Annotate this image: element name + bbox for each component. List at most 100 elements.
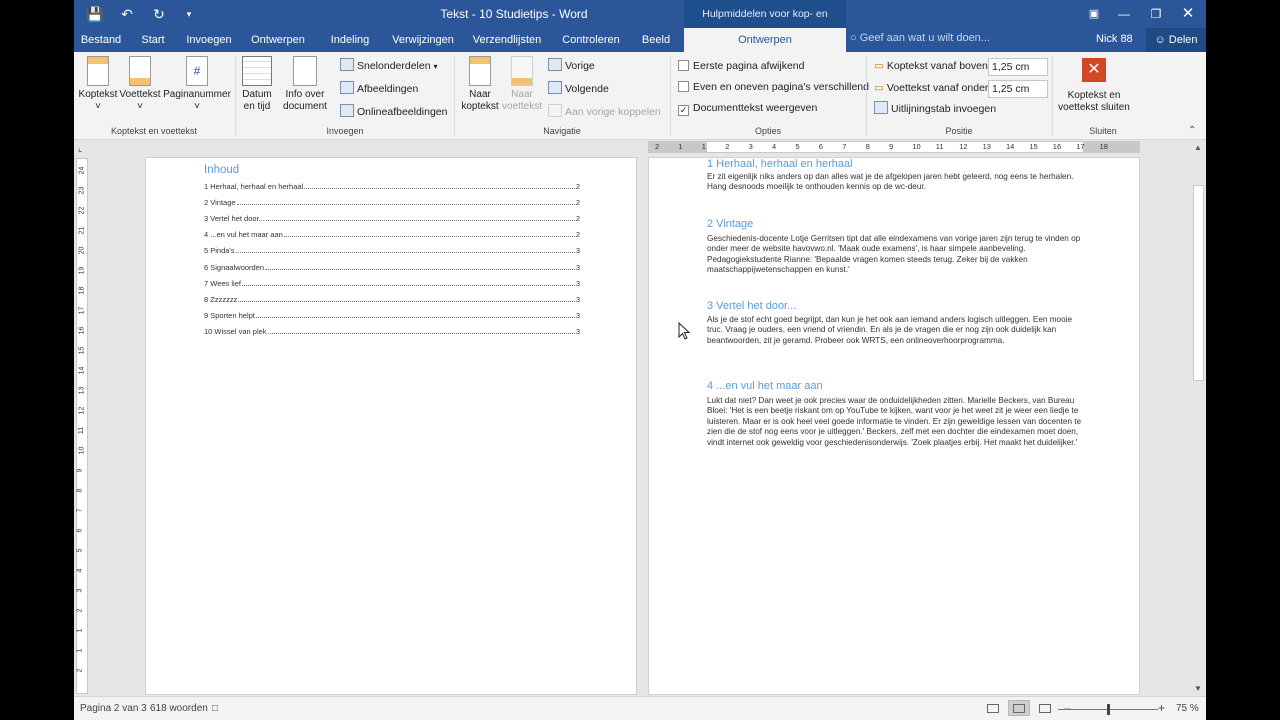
document-info-button[interactable]: Info over document: [280, 56, 330, 113]
customize-qat-icon[interactable]: ▾: [178, 4, 200, 24]
save-icon[interactable]: 💾: [84, 4, 106, 24]
tab-header-footer-design[interactable]: Ontwerpen: [684, 28, 846, 53]
next-button[interactable]: Volgende: [548, 81, 609, 97]
ruler-number: 18: [1099, 142, 1108, 151]
page-number-label: Paginanummer: [163, 89, 231, 100]
online-pictures-button[interactable]: Onlineafbeeldingen: [340, 104, 448, 120]
ruler-number: 6: [818, 142, 823, 151]
scroll-up-icon[interactable]: ▲: [1194, 143, 1202, 152]
page-indicator[interactable]: Pagina 2 van 3: [80, 703, 147, 714]
alignment-tab-icon: [874, 101, 888, 114]
collapse-ribbon-icon[interactable]: ⌃: [1188, 125, 1196, 136]
zoom-slider-knob[interactable]: [1107, 704, 1110, 715]
ruler-number: 10: [912, 142, 921, 151]
web-layout-button[interactable]: [1034, 700, 1056, 716]
toc-entry-text: 10 Wissel van plek: [204, 326, 267, 336]
toc-leader: [236, 198, 575, 206]
toc-entry-text: 9 Sporten helpt: [204, 310, 255, 320]
close-header-footer-icon[interactable]: ✕: [1082, 58, 1106, 82]
toc-entry-page: 2: [575, 182, 580, 191]
toc-entry-page: 2: [575, 214, 580, 224]
tell-me-search[interactable]: ○ Geef aan wat u wilt doen...: [850, 32, 990, 44]
header-from-top: ▭ Koptekst vanaf boven: 1,25 cm: [874, 58, 1048, 76]
close-header-footer-button[interactable]: Koptekst en voettekst sluiten: [1052, 90, 1136, 114]
tab-view[interactable]: Beeld: [636, 28, 676, 52]
tab-mailings[interactable]: Verzendlijsten: [470, 28, 544, 52]
checkbox[interactable]: [678, 60, 689, 71]
read-mode-button[interactable]: [982, 700, 1004, 716]
tab-selector[interactable]: ⌞: [78, 143, 88, 153]
option-first-page[interactable]: Eerste pagina afwijkend: [678, 59, 805, 73]
vertical-scrollbar[interactable]: ▲ ▼: [1191, 141, 1206, 695]
toc-entry-text: 1 Herhaal, herhaal en herhaal: [204, 182, 304, 191]
previous-button[interactable]: Vorige: [548, 58, 595, 74]
toc-entry[interactable]: 3 Vertel het door... 2: [204, 214, 580, 223]
goto-header-button[interactable]: Naar koptekst: [458, 56, 502, 113]
option-show-document-text[interactable]: ✓ Documenttekst weergeven: [678, 101, 817, 116]
toc-entry[interactable]: 4 ...en vul het maar aan 2: [204, 230, 580, 239]
toc-entry[interactable]: 7 Wees lief 3: [204, 279, 580, 288]
section-heading: 3 Vertel het door...: [707, 300, 797, 312]
close-label-2: voettekst sluiten: [1058, 102, 1130, 113]
toc-entry[interactable]: 1 Herhaal, herhaal en herhaal 2: [204, 182, 580, 191]
toc-entry[interactable]: 8 Zzzzzzz 3: [204, 295, 580, 304]
minimize-button[interactable]: —: [1106, 2, 1142, 26]
checkbox-checked[interactable]: ✓: [678, 105, 689, 116]
header-icon: [87, 56, 109, 86]
group-label-options: Opties: [754, 126, 781, 136]
header-from-top-input[interactable]: 1,25 cm: [988, 58, 1048, 76]
redo-icon[interactable]: ↻: [148, 4, 170, 24]
zoom-out-button[interactable]: –: [1064, 701, 1071, 715]
toc-entry[interactable]: 9 Sporten helpt 3: [204, 311, 580, 320]
user-name[interactable]: Nick 88: [1096, 33, 1133, 45]
tab-references[interactable]: Verwijzingen: [388, 28, 458, 52]
toc-entry[interactable]: 10 Wissel van plek 3: [204, 327, 580, 336]
page-right[interactable]: 1 Herhaal, herhaal en herhaal Er zit eige…: [648, 157, 1140, 695]
zoom-level[interactable]: 75 %: [1176, 703, 1199, 714]
checkbox[interactable]: [678, 81, 689, 92]
group-divider: [866, 56, 867, 136]
tab-home[interactable]: Start: [132, 28, 174, 52]
page-left[interactable]: Inhoud 1 Herhaal, herhaal en herhaal 2 2 V…: [145, 157, 637, 695]
undo-icon[interactable]: ↶: [116, 4, 138, 24]
footer-button[interactable]: Voettekst ˅: [118, 56, 162, 113]
share-button[interactable]: ☺ Delen: [1146, 28, 1206, 52]
toc-leader: [265, 263, 575, 270]
word-count[interactable]: 618 woorden: [150, 703, 208, 714]
option-odd-even-label: Even en oneven pagina's verschillend: [693, 81, 869, 93]
tab-insert[interactable]: Invoegen: [182, 28, 236, 52]
proofing-icon[interactable]: □: [212, 703, 218, 714]
zoom-in-button[interactable]: +: [1158, 701, 1165, 715]
page-number-button[interactable]: # Paginanummer ˅: [162, 56, 232, 113]
link-to-previous-label: Aan vorige koppelen: [565, 106, 661, 118]
option-odd-even[interactable]: Even en oneven pagina's verschillend: [678, 80, 869, 94]
close-window-button[interactable]: ✕: [1170, 2, 1206, 26]
footer-icon: [129, 56, 151, 86]
lightbulb-icon: ○: [850, 32, 857, 44]
pictures-button[interactable]: Afbeeldingen: [340, 81, 418, 97]
toc-entry[interactable]: 6 Signaalwoorden 3: [204, 263, 580, 272]
goto-footer-button[interactable]: Naar voettekst: [500, 56, 544, 113]
ruler-right-margin: [1083, 142, 1139, 152]
tab-layout[interactable]: Indeling: [322, 28, 378, 52]
header-button[interactable]: Koptekst ˅: [78, 56, 118, 113]
ruler-number: 4: [76, 568, 84, 573]
vertical-ruler[interactable]: 2 1 1 2 3 4 5 6 7 8 9 10 11 12 13 14 15 16 17 18 19 20 21 22 23 2…: [76, 158, 88, 694]
tab-file[interactable]: Bestand: [74, 28, 128, 52]
footer-from-bottom-input[interactable]: 1,25 cm: [988, 80, 1048, 98]
horizontal-ruler[interactable]: 2 1 1 2 3 4 5 6 7 8 9 10 11 12 13 14 15 16 17 18: [648, 141, 1140, 153]
date-time-button[interactable]: Datum en tijd: [238, 56, 276, 113]
print-layout-button[interactable]: [1008, 700, 1030, 716]
restore-button[interactable]: ❐: [1138, 2, 1174, 26]
insert-alignment-tab-button[interactable]: Uitlijningstab invoegen: [874, 101, 996, 117]
tab-design[interactable]: Ontwerpen: [248, 28, 308, 52]
quick-parts-button[interactable]: Snelonderdelen ▾: [340, 58, 438, 74]
section-heading: 4 ...en vul het maar aan: [707, 380, 823, 392]
toc-entry[interactable]: 2 Vintage 2: [204, 198, 580, 207]
scroll-down-icon[interactable]: ▼: [1194, 684, 1202, 693]
toc-entry[interactable]: 5 Pinda's 3: [204, 246, 580, 255]
quick-parts-label: Snelonderdelen: [357, 60, 431, 72]
scroll-thumb[interactable]: [1193, 185, 1204, 381]
tab-review[interactable]: Controleren: [556, 28, 626, 52]
link-to-previous-button[interactable]: Aan vorige koppelen: [548, 104, 661, 120]
